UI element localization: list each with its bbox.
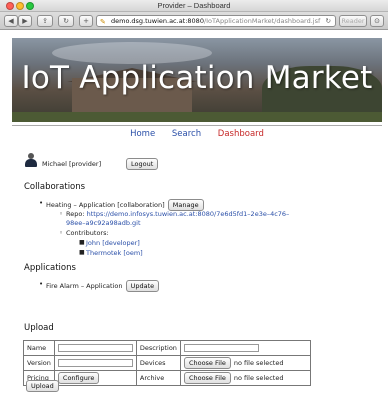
contributor-link[interactable]: John [developer] bbox=[86, 239, 140, 247]
repo-link[interactable]: https://demo.infosys.tuwien.ac.at:8080/7… bbox=[87, 210, 290, 218]
logout-button[interactable]: Logout bbox=[126, 158, 159, 170]
bullet-icon: ◦ bbox=[59, 210, 64, 218]
plus-icon: + bbox=[83, 17, 89, 25]
reload-toolbar-button[interactable]: ↻ bbox=[58, 15, 74, 27]
reader-button[interactable]: Reader bbox=[339, 15, 367, 27]
application-item: • Fire Alarm – Application Update bbox=[39, 280, 160, 292]
new-tab-button[interactable]: + bbox=[79, 15, 93, 27]
forward-button[interactable]: ▶ bbox=[18, 15, 32, 27]
application-title: Fire Alarm – Application bbox=[46, 282, 123, 290]
downloads-button[interactable]: ⊙ bbox=[370, 15, 384, 27]
collaborations-heading: Collaborations bbox=[24, 182, 86, 192]
collaboration-title: Heating – Application [collaboration] bbox=[46, 201, 165, 209]
nav-divider bbox=[12, 125, 382, 126]
url-path: /IoTApplicationMarket/dashboard.jsf bbox=[203, 17, 321, 25]
banner-lawn bbox=[12, 112, 382, 122]
devices-label: Devices bbox=[135, 355, 181, 371]
pricing-cell: Configure bbox=[53, 370, 137, 386]
configure-button[interactable]: Configure bbox=[57, 372, 100, 384]
header-banner: IoT Application Market bbox=[12, 38, 382, 122]
name-label: Name bbox=[23, 340, 55, 356]
site-title: IoT Application Market bbox=[21, 60, 373, 96]
avatar-body bbox=[25, 159, 37, 167]
name-cell bbox=[53, 340, 137, 356]
description-input[interactable] bbox=[183, 344, 259, 352]
download-icon: ⊙ bbox=[374, 17, 380, 25]
archive-choose-file-button[interactable]: Choose File bbox=[183, 372, 231, 384]
window-title: Provider – Dashboard bbox=[157, 1, 231, 10]
user-avatar-icon bbox=[25, 153, 37, 167]
upload-form-table: Name Description Version Devices Choose … bbox=[23, 340, 312, 386]
table-row: Pricing Configure Archive Choose File no … bbox=[23, 370, 312, 386]
site-icon: ✎ bbox=[100, 18, 106, 26]
square-bullet-icon: ■ bbox=[79, 249, 85, 256]
chevron-left-icon: ◀ bbox=[8, 17, 14, 25]
address-bar[interactable]: ✎ demo.dsg.tuwien.ac.at:8080/IoTApplicat… bbox=[96, 15, 336, 27]
contributor-item: ■ John [developer] bbox=[79, 239, 140, 247]
table-row: Version Devices Choose File no file selec… bbox=[23, 355, 312, 371]
url-host: demo.dsg.tuwien.ac.at:8080 bbox=[111, 17, 204, 25]
bullet-icon: • bbox=[39, 199, 44, 207]
nav-home-link[interactable]: Home bbox=[130, 129, 155, 139]
repo-item: ◦ Repo: https://demo.infosys.tuwien.ac.a… bbox=[59, 210, 290, 218]
contributors-label: Contributors: bbox=[66, 229, 109, 237]
contributors-item: ◦ Contributors: bbox=[59, 229, 109, 237]
description-label: Description bbox=[135, 340, 181, 356]
bullet-icon: • bbox=[39, 280, 44, 288]
version-label: Version bbox=[23, 355, 55, 371]
repo-link-continued[interactable]: 98ee–a9c92a98adb.git bbox=[66, 219, 141, 227]
main-nav: Home Search Dashboard bbox=[12, 129, 382, 139]
devices-choose-file-button[interactable]: Choose File bbox=[183, 357, 231, 369]
user-name: Michael [provider] bbox=[42, 160, 102, 168]
browser-toolbar: ◀ ▶ ⇪ ↻ + ✎ demo.dsg.tuwien.ac.at:8080/I… bbox=[0, 12, 388, 30]
share-icon: ⇪ bbox=[42, 17, 48, 25]
refresh-icon[interactable]: ↻ bbox=[326, 16, 331, 26]
description-cell bbox=[179, 340, 312, 356]
table-row: Name Description bbox=[23, 340, 312, 356]
chevron-right-icon: ▶ bbox=[22, 17, 28, 25]
repo-label: Repo: bbox=[66, 210, 85, 218]
devices-cell: Choose File no file selected bbox=[179, 355, 312, 371]
version-cell bbox=[53, 355, 137, 371]
contributor-link[interactable]: Thermotek [oem] bbox=[86, 249, 143, 257]
nav-dashboard-link[interactable]: Dashboard bbox=[218, 129, 264, 139]
update-button[interactable]: Update bbox=[125, 280, 160, 292]
archive-file-status: no file selected bbox=[233, 374, 284, 382]
devices-file-status: no file selected bbox=[233, 359, 284, 367]
nav-search-link[interactable]: Search bbox=[172, 129, 201, 139]
bullet-icon: ◦ bbox=[59, 229, 64, 237]
archive-label: Archive bbox=[135, 370, 181, 386]
reload-icon: ↻ bbox=[63, 17, 69, 25]
archive-cell: Choose File no file selected bbox=[179, 370, 312, 386]
contributor-item: ■ Thermotek [oem] bbox=[79, 249, 143, 257]
share-button[interactable]: ⇪ bbox=[37, 15, 53, 27]
back-button[interactable]: ◀ bbox=[4, 15, 18, 27]
applications-heading: Applications bbox=[24, 263, 76, 273]
window-titlebar: Provider – Dashboard bbox=[0, 0, 388, 12]
upload-heading: Upload bbox=[24, 323, 54, 333]
name-input[interactable] bbox=[57, 344, 133, 352]
upload-button[interactable]: Upload bbox=[26, 380, 59, 392]
version-input[interactable] bbox=[57, 359, 133, 367]
square-bullet-icon: ■ bbox=[79, 239, 85, 246]
page-content: IoT Application Market Home Search Dashb… bbox=[0, 31, 388, 397]
